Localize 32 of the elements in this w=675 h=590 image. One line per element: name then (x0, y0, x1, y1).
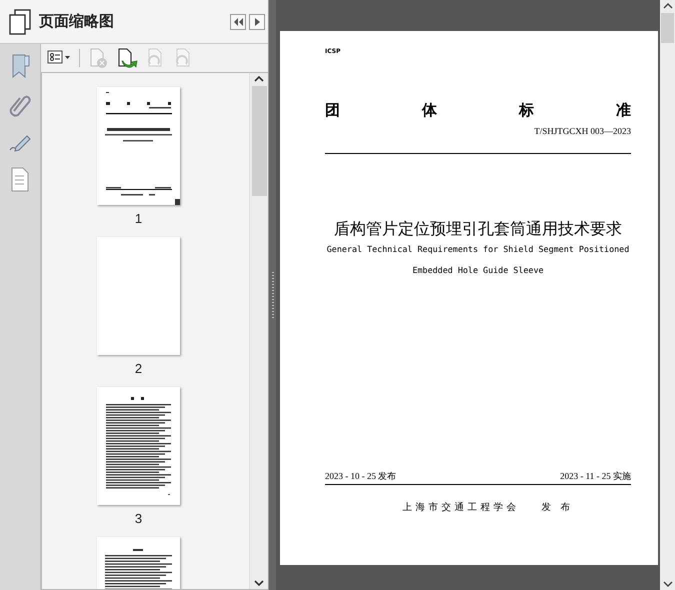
category-character: 团 (325, 100, 340, 120)
pages-icon (8, 7, 32, 36)
page-thumbnail[interactable] (97, 387, 180, 505)
paperclip-icon[interactable] (8, 93, 32, 117)
scrollbar-thumb[interactable] (661, 13, 674, 43)
replace-page-button[interactable] (116, 47, 138, 69)
publisher: 上海市交通工程学会 (402, 501, 520, 514)
category-character: 标 (519, 100, 534, 120)
right-arrow-icon (253, 16, 261, 26)
expand-panel-button[interactable] (249, 14, 265, 30)
effective-date: 2023 - 11 - 25 实施 (560, 470, 631, 483)
issue-date: 2023 - 10 - 25 发布 (325, 470, 396, 483)
double-left-arrow-icon (232, 16, 244, 26)
bookmark-icon[interactable] (10, 53, 30, 79)
scroll-down-icon[interactable] (253, 578, 265, 589)
standard-number: T/SHJTGCXH 003—2023 (534, 126, 631, 136)
page-number: 1 (134, 211, 142, 227)
scrollbar-thumb[interactable] (252, 86, 266, 196)
document-title: 盾构管片定位预埋引孔套筒通用技术要求 (333, 218, 623, 240)
page-thumbnail[interactable] (97, 237, 180, 355)
page-thumbnail[interactable] (97, 87, 180, 205)
collapse-panel-button[interactable] (230, 14, 246, 30)
panel-title: 页面缩略图 (39, 12, 115, 31)
category-character: 准 (616, 100, 631, 120)
publish-label: 发 布 (541, 501, 574, 514)
page-number: 2 (134, 361, 142, 377)
page-number: 3 (134, 511, 142, 527)
category-character: 体 (422, 100, 437, 120)
document-icon[interactable] (9, 167, 31, 192)
english-title-line: Embedded Hole Guide Sleeve (411, 265, 545, 276)
english-title-line: General Technical Requirements for Shield Segment Positioned (326, 244, 630, 255)
scroll-up-icon[interactable] (253, 73, 265, 84)
